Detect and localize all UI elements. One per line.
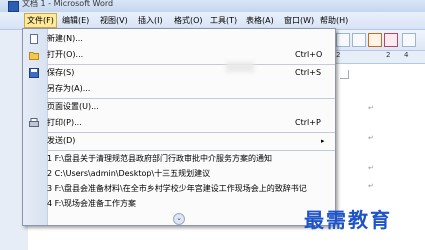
menu-format[interactable]: 格式(O) (172, 14, 205, 27)
menu-edit[interactable]: 编辑(E) (60, 14, 91, 27)
margin-corner (340, 70, 349, 79)
print-icon (29, 118, 39, 128)
new-document-icon (29, 34, 39, 44)
menu-item-save[interactable]: 保存(S) Ctrl+S (23, 65, 335, 81)
paragraph-mark: ↵ (368, 104, 374, 112)
toolbar-button[interactable] (402, 33, 416, 47)
ruler-tick: 2 (386, 51, 391, 59)
toolbar-button[interactable] (368, 33, 382, 47)
paragraph-mark: ↵ (368, 134, 374, 142)
menu-help[interactable]: 帮助(H) (318, 14, 350, 27)
menu-table[interactable]: 表格(A) (244, 14, 276, 27)
menu-tools[interactable]: 工具(T) (208, 14, 239, 27)
menu-insert[interactable]: 插入(I) (136, 14, 165, 27)
word-app-icon (8, 1, 19, 12)
double-chevron-down-icon[interactable]: ⌄ (173, 213, 185, 225)
title-bar: 文档 1 - Microsoft Word (0, 0, 425, 12)
recent-file-item[interactable]: 4 F:\现场会准备工作方案 (23, 196, 335, 212)
obscured-region (226, 62, 254, 72)
recent-file-item[interactable]: 2 C:\Users\admin\Desktop\十三五规划建议 (23, 166, 335, 182)
menu-item-open[interactable]: 打开(O)... Ctrl+O (23, 47, 335, 63)
menu-item-print[interactable]: 打印(P)... Ctrl+P (23, 115, 335, 131)
toolbar-button[interactable] (384, 33, 398, 47)
paragraph-mark: ↵ (368, 182, 374, 190)
window-title: 文档 1 - Microsoft Word (22, 0, 114, 8)
file-menu-dropdown: 新建(N)... 打开(O)... Ctrl+O 保存(S) Ctrl+S 另存… (22, 28, 336, 226)
watermark: 最需教育 (304, 208, 392, 232)
menu-item-save-as[interactable]: 另存为(A)... (23, 81, 335, 97)
save-icon (29, 68, 39, 78)
paragraph-mark: ↵ (368, 164, 374, 172)
menu-file[interactable]: 文件(F) (24, 13, 57, 28)
menu-window[interactable]: 窗口(W) (282, 14, 316, 27)
menu-item-page-setup[interactable]: 页面设置(U)... (23, 99, 335, 115)
ruler-tick: 4 (404, 51, 409, 59)
recent-file-item[interactable]: 3 F:\盘县会准备材料\在全市乡村学校少年宫建设工作现场会上的致辞书记 (23, 181, 335, 197)
toolbar-button[interactable] (336, 33, 350, 47)
menu-view[interactable]: 视图(V) (98, 14, 130, 27)
ruler-tick: 2 (336, 51, 341, 59)
menu-item-send[interactable]: 发送(D) ▸ (23, 133, 335, 149)
toolbar-button[interactable] (352, 33, 366, 47)
open-folder-icon (29, 50, 39, 60)
menu-item-new[interactable]: 新建(N)... (23, 31, 335, 47)
recent-file-item[interactable]: 1 F:\盘县关于清理规范县政府部门行政审批中介服务方案的通知 (23, 151, 335, 167)
submenu-arrow-icon: ▸ (321, 137, 325, 145)
